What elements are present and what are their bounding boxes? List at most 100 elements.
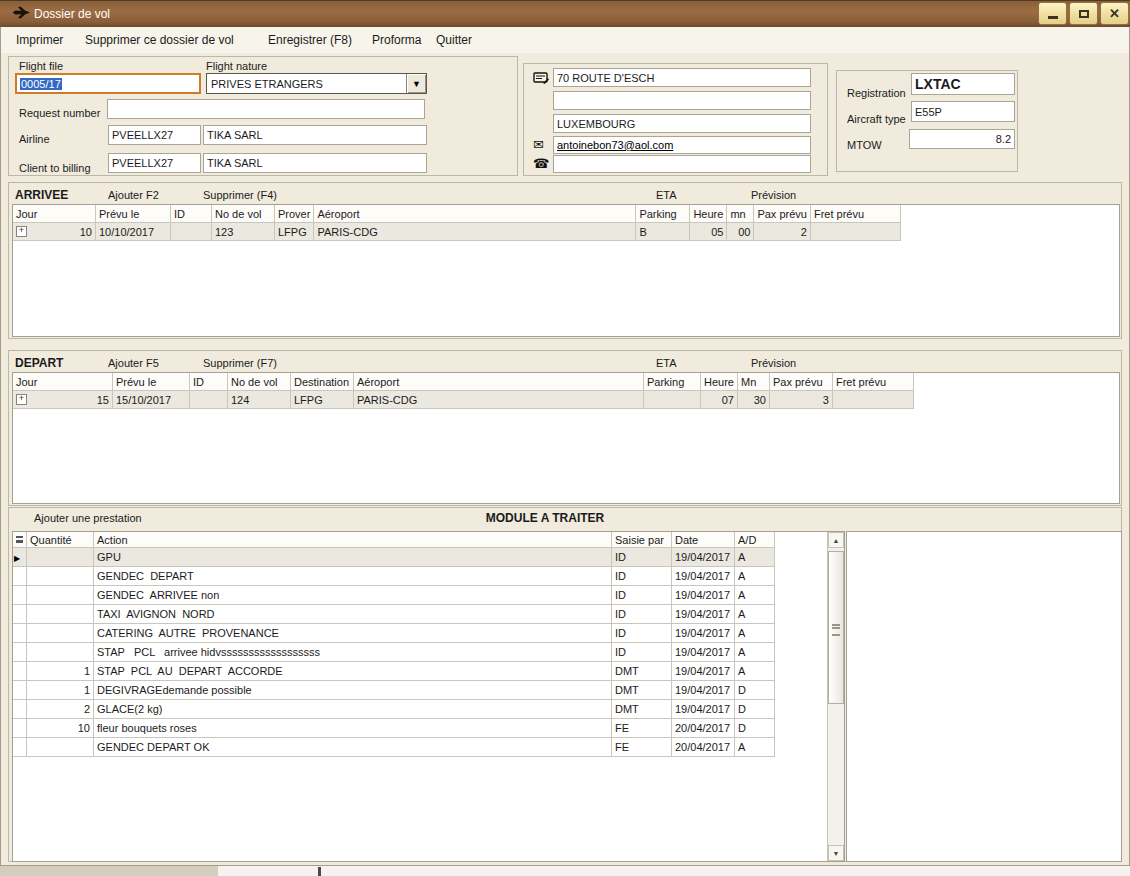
arrivee-delete-button[interactable]: Supprimer (F4)	[203, 189, 277, 201]
cell[interactable]: 3	[769, 391, 832, 409]
cell[interactable]: 30	[737, 391, 769, 409]
cell[interactable]: 05	[690, 223, 727, 241]
cell[interactable]: DEGIVRAGEdemande possible	[94, 681, 612, 700]
cell[interactable]: 2	[27, 700, 94, 719]
cell[interactable]	[644, 391, 701, 409]
cell[interactable]: 10/10/2017	[96, 223, 171, 241]
scrollbar-thumb[interactable]	[828, 551, 844, 704]
depart-delete-button[interactable]: Supprimer (F7)	[203, 357, 277, 369]
scroll-up-icon[interactable]: ▲	[828, 532, 844, 548]
cell[interactable]: A	[735, 548, 775, 567]
address-line1-input[interactable]: 70 ROUTE D'ESCH	[553, 68, 811, 87]
cell[interactable]: STAP PCL AU DEPART ACCORDE	[94, 662, 612, 681]
expand-icon[interactable]: +	[16, 226, 27, 237]
cell[interactable]: 10	[27, 719, 94, 738]
cell[interactable]: LFPG	[275, 223, 314, 241]
cell[interactable]: A	[735, 586, 775, 605]
cell[interactable]: 124	[228, 391, 291, 409]
cell[interactable]: GENDEC DEPART	[94, 567, 612, 586]
cell[interactable]: 19/04/2017	[672, 548, 735, 567]
cell[interactable]: ID	[612, 624, 672, 643]
cell[interactable]: 19/04/2017	[672, 605, 735, 624]
cell[interactable]: PARIS-CDG	[314, 223, 636, 241]
cell[interactable]: 123	[212, 223, 275, 241]
cell[interactable]: 07	[701, 391, 738, 409]
cell[interactable]	[171, 223, 212, 241]
cell[interactable]: DMT	[612, 681, 672, 700]
phone-input[interactable]	[553, 155, 811, 173]
cell[interactable]	[810, 223, 900, 241]
registration-input[interactable]: LXTAC	[911, 73, 1015, 95]
cell[interactable]: A	[735, 643, 775, 662]
cell[interactable]: D	[735, 719, 775, 738]
row-selector[interactable]	[13, 681, 27, 700]
cell[interactable]	[832, 391, 913, 409]
cell[interactable]: GPU	[94, 548, 612, 567]
cell[interactable]: 19/04/2017	[672, 700, 735, 719]
cell[interactable]: fleur bouquets roses	[94, 719, 612, 738]
row-selector[interactable]	[13, 586, 27, 605]
cell[interactable]: GENDEC ARRIVEE non	[94, 586, 612, 605]
cell[interactable]: 19/04/2017	[672, 624, 735, 643]
cell[interactable]: TAXI AVIGNON NORD	[94, 605, 612, 624]
cell[interactable]: GLACE(2 kg)	[94, 700, 612, 719]
cell[interactable]: 1	[27, 681, 94, 700]
cell[interactable]	[27, 548, 94, 567]
cell[interactable]: DMT	[612, 700, 672, 719]
cell[interactable]: D	[735, 700, 775, 719]
menu-item-3[interactable]: Enregistrer (F8)	[268, 27, 352, 53]
cell[interactable]: STAP PCL arrivee hidvssssssssssssssssss	[94, 643, 612, 662]
cell[interactable]: 2	[754, 223, 811, 241]
cell[interactable]: 00	[727, 223, 754, 241]
flight-nature-select[interactable]: PRIVES ETRANGERS ▼	[206, 73, 427, 94]
cell[interactable]	[27, 586, 94, 605]
cell[interactable]: A	[735, 567, 775, 586]
cell-jour[interactable]: +10	[13, 223, 96, 241]
cell[interactable]: A	[735, 662, 775, 681]
menu-item-1[interactable]: Imprimer	[16, 27, 63, 53]
aircraft-type-input[interactable]: E55P	[911, 101, 1015, 122]
cell[interactable]: 20/04/2017	[672, 719, 735, 738]
cell[interactable]: D	[735, 681, 775, 700]
row-selector[interactable]: ▶	[13, 548, 27, 567]
arrivee-add-button[interactable]: Ajouter F2	[108, 189, 159, 201]
cell[interactable]: LFPG	[291, 391, 354, 409]
request-number-input[interactable]	[107, 99, 425, 119]
row-selector[interactable]	[13, 738, 27, 757]
airline-name-input[interactable]: TIKA SARL	[203, 125, 427, 145]
row-selector[interactable]	[13, 662, 27, 681]
cell[interactable]: DMT	[612, 662, 672, 681]
row-selector[interactable]	[13, 719, 27, 738]
expand-icon[interactable]: +	[16, 394, 27, 405]
row-selector[interactable]	[13, 643, 27, 662]
depart-add-button[interactable]: Ajouter F5	[108, 357, 159, 369]
cell[interactable]	[27, 605, 94, 624]
minimize-button[interactable]	[1038, 2, 1067, 25]
client-code-input[interactable]: PVEELLX27	[108, 153, 201, 173]
cell[interactable]: A	[735, 738, 775, 757]
row-selector[interactable]	[13, 624, 27, 643]
cell[interactable]: ID	[612, 643, 672, 662]
cell[interactable]: FE	[612, 738, 672, 757]
email-link[interactable]: antoinebon73@aol.com	[557, 139, 673, 151]
cell[interactable]: FE	[612, 719, 672, 738]
cell[interactable]: ID	[612, 567, 672, 586]
cell[interactable]: ID	[612, 548, 672, 567]
mtow-input[interactable]: 8.2	[909, 129, 1015, 149]
cell[interactable]: 1	[27, 662, 94, 681]
cell[interactable]	[27, 738, 94, 757]
cell[interactable]	[27, 643, 94, 662]
scroll-down-icon[interactable]: ▼	[828, 845, 844, 861]
cell[interactable]: 15/10/2017	[113, 391, 190, 409]
cell[interactable]: A	[735, 624, 775, 643]
address-line2-input[interactable]	[553, 91, 811, 110]
cell[interactable]: CATERING AUTRE PROVENANCE	[94, 624, 612, 643]
email-input[interactable]: antoinebon73@aol.com	[553, 136, 811, 154]
cell[interactable]: 19/04/2017	[672, 662, 735, 681]
menu-item-5[interactable]: Quitter	[436, 27, 472, 53]
row-selector[interactable]	[13, 567, 27, 586]
module-scrollbar[interactable]: ▲ ▼	[827, 532, 844, 861]
close-button[interactable]: ✕	[1100, 2, 1129, 25]
cell[interactable]: 19/04/2017	[672, 681, 735, 700]
airline-code-input[interactable]: PVEELLX27	[108, 125, 201, 145]
